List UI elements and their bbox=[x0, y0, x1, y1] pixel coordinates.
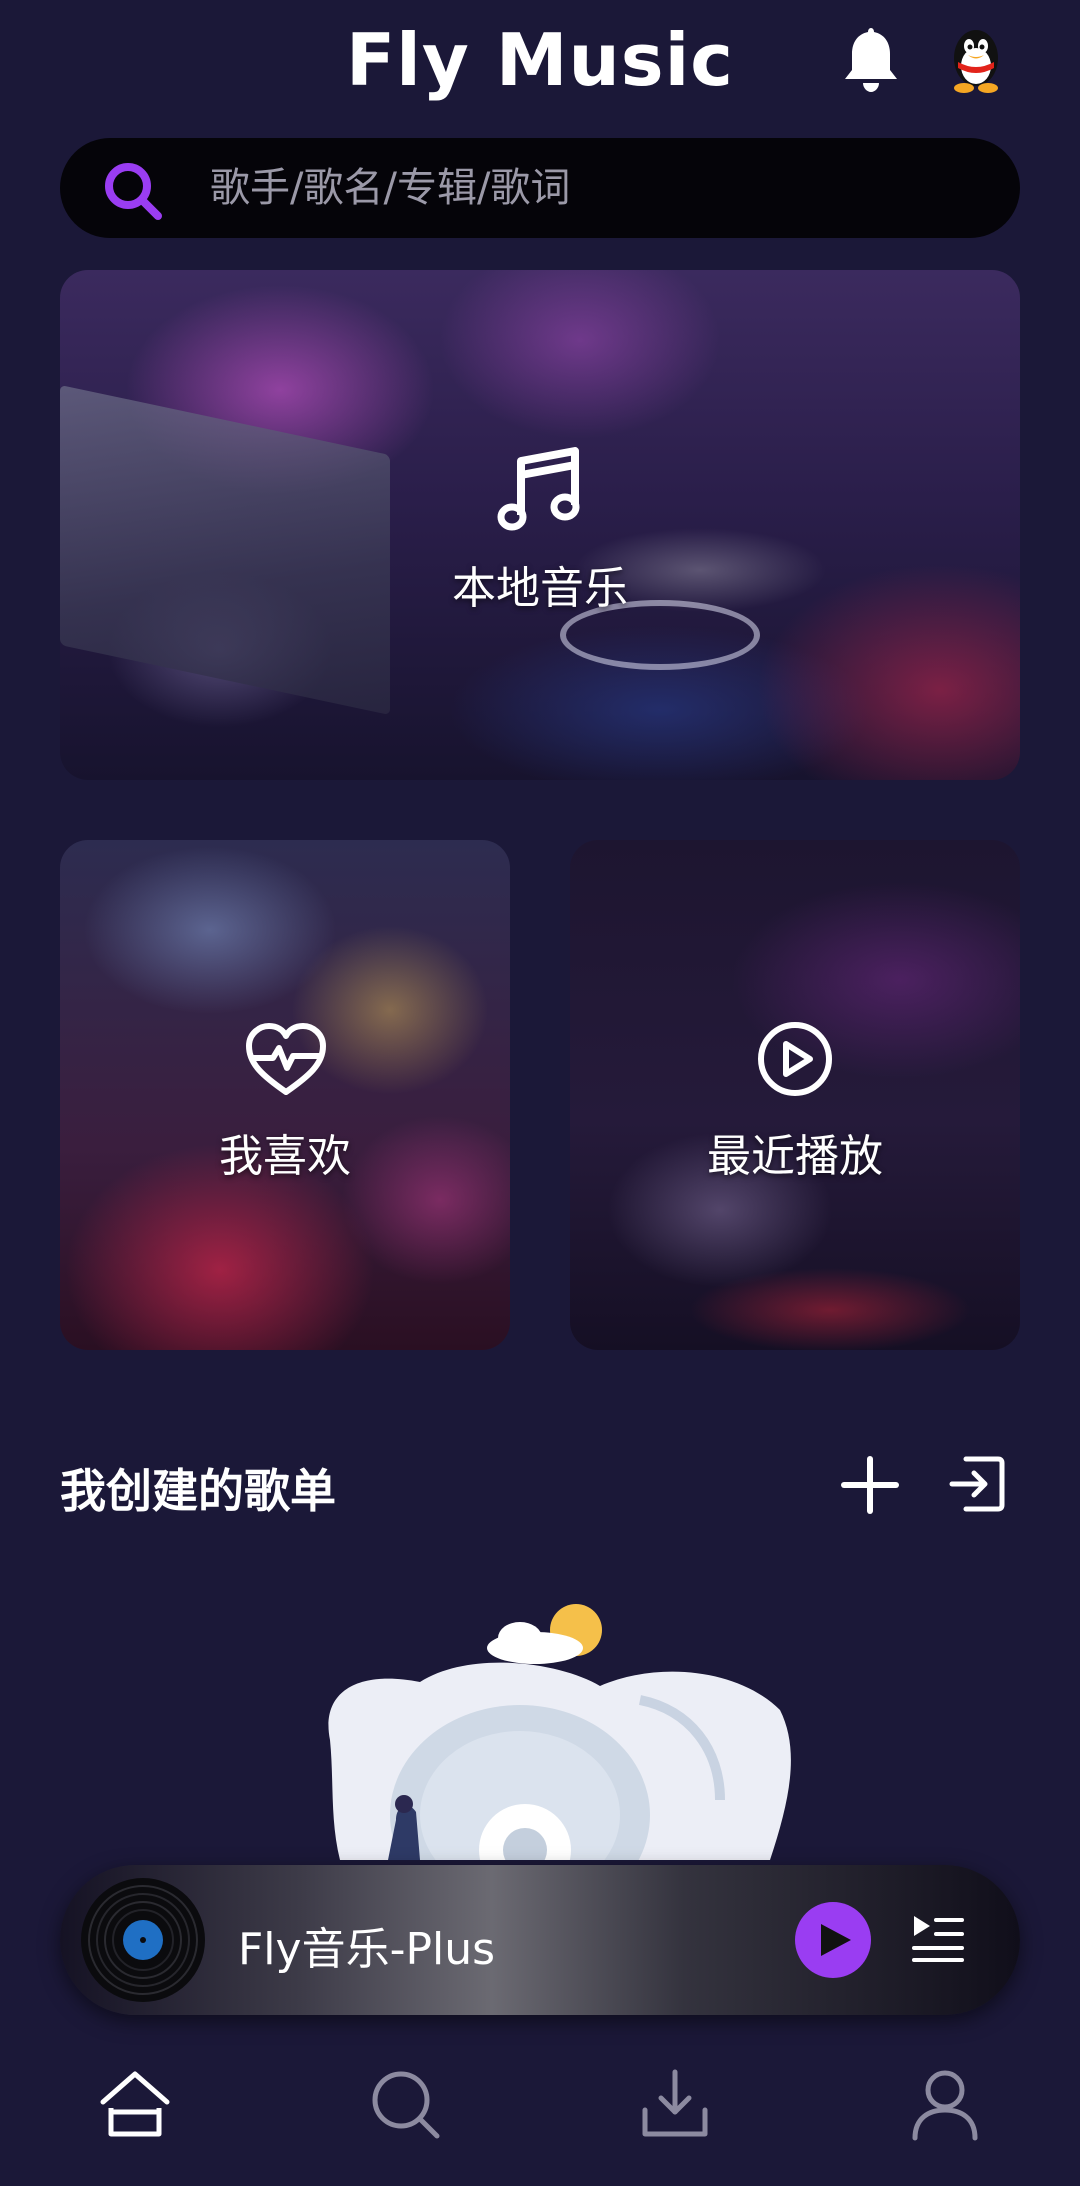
download-icon[interactable] bbox=[637, 2066, 713, 2142]
local-music-card[interactable]: 本地音乐 bbox=[60, 270, 1020, 780]
plus-icon[interactable] bbox=[840, 1455, 900, 1515]
heart-pulse-icon bbox=[246, 1023, 326, 1095]
app-title: Fly Music bbox=[346, 18, 734, 102]
recent-played-label: 最近播放 bbox=[707, 1131, 883, 1182]
my-playlists-title: 我创建的歌单 bbox=[60, 1464, 336, 1518]
playlist-queue-icon[interactable] bbox=[910, 1910, 966, 1966]
home-screen: Fly Music 歌手/歌名/专辑/歌词 本地音乐 我喜欢 最近播放 我创建的… bbox=[0, 0, 1080, 2186]
mini-player[interactable]: Fly音乐-Plus bbox=[60, 1865, 1020, 2015]
penguin-avatar[interactable] bbox=[944, 22, 1008, 94]
play-icon bbox=[821, 1924, 851, 1956]
empty-playlist-illustration bbox=[328, 1604, 791, 1860]
header: Fly Music bbox=[0, 0, 1080, 130]
bell-icon[interactable] bbox=[840, 24, 902, 96]
music-note-icon bbox=[497, 447, 580, 531]
user-icon[interactable] bbox=[907, 2066, 983, 2142]
play-circle-icon bbox=[758, 1022, 832, 1096]
search-icon bbox=[105, 163, 162, 220]
search-bar[interactable] bbox=[60, 138, 1020, 238]
recent-played-card[interactable]: 最近播放 bbox=[570, 840, 1020, 1350]
home-icon[interactable] bbox=[97, 2066, 173, 2142]
local-music-label: 本地音乐 bbox=[452, 563, 628, 614]
bottom-tab-bar bbox=[0, 2040, 1080, 2186]
favorite-label: 我喜欢 bbox=[219, 1131, 351, 1182]
search-input[interactable] bbox=[210, 138, 970, 238]
now-playing-title: Fly音乐-Plus bbox=[238, 1924, 496, 1975]
favorite-card[interactable]: 我喜欢 bbox=[60, 840, 510, 1350]
import-icon[interactable] bbox=[948, 1455, 1006, 1513]
vinyl-disc-icon bbox=[81, 1878, 205, 2002]
play-button[interactable] bbox=[795, 1902, 871, 1978]
search-icon[interactable] bbox=[367, 2066, 443, 2142]
